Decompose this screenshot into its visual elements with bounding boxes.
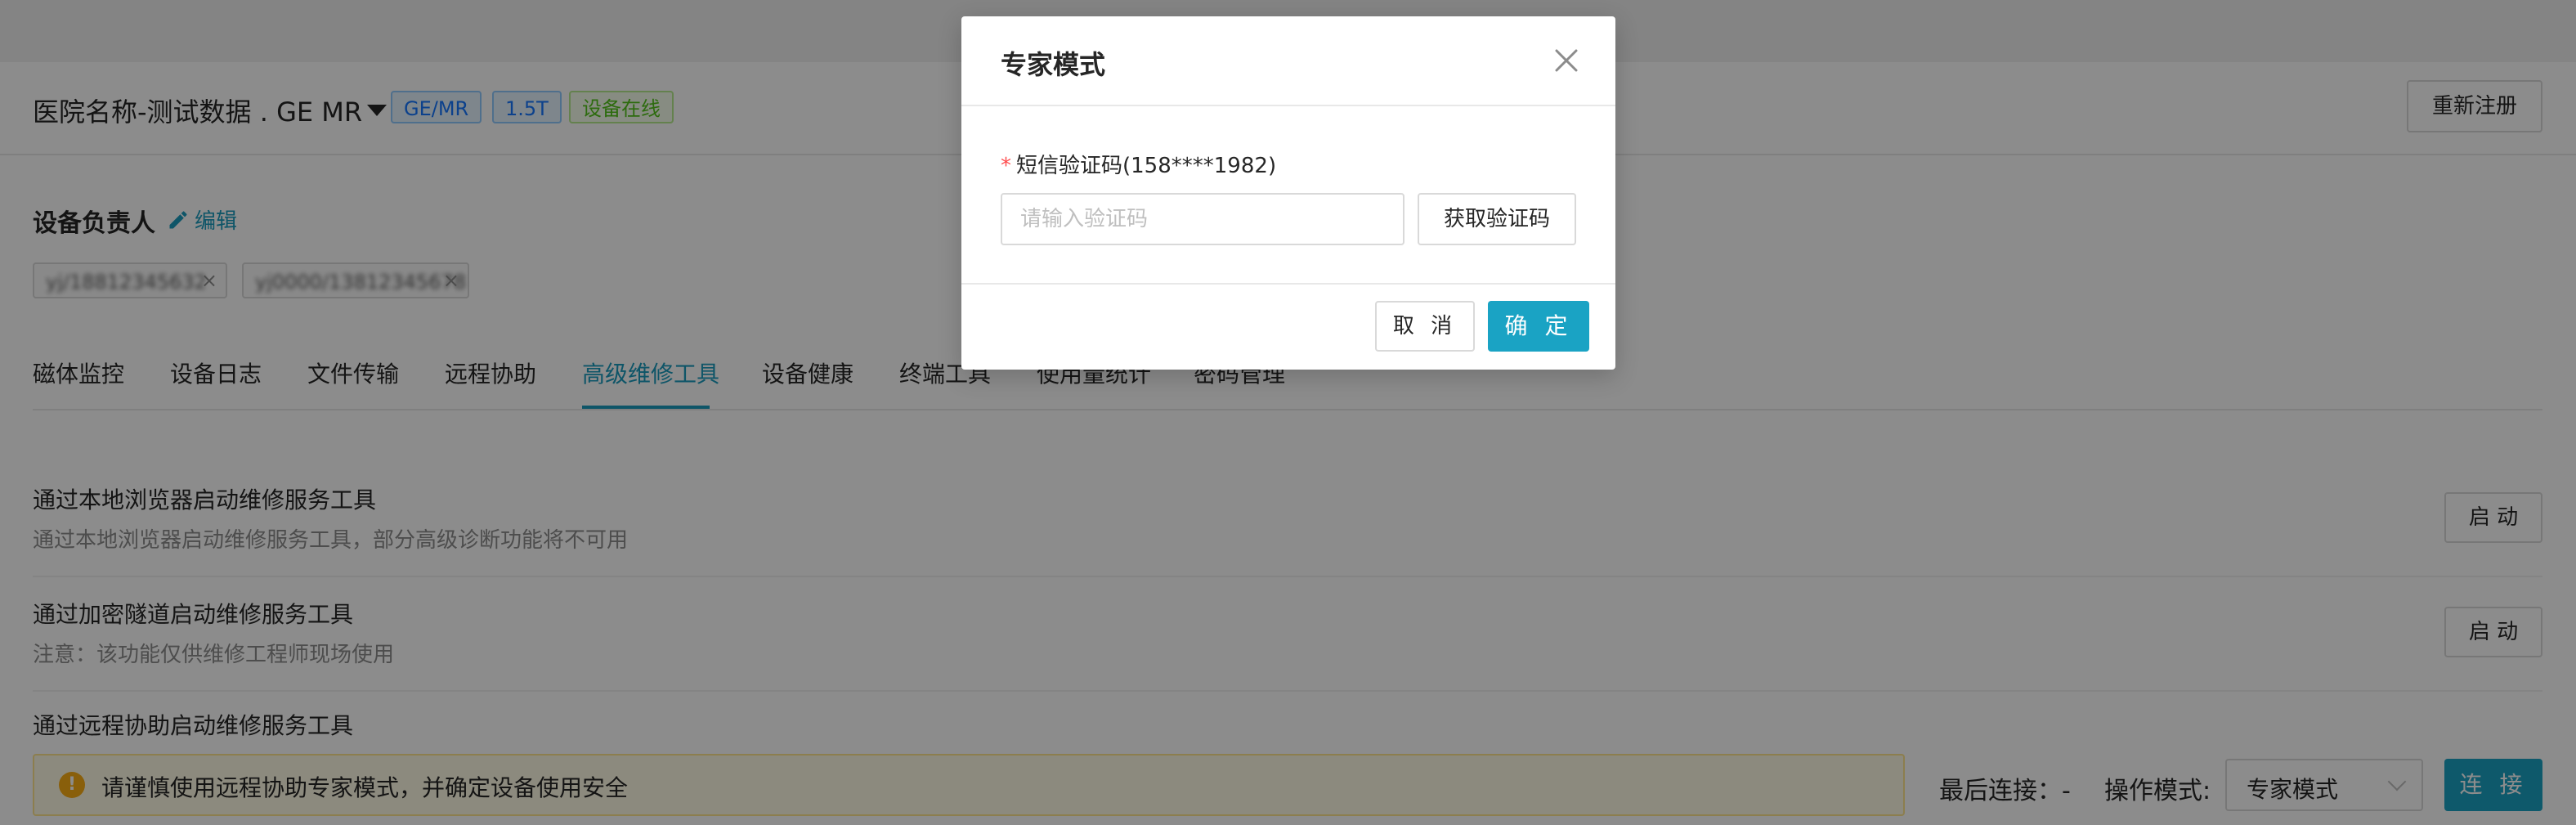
dialog-footer: 取 消 确 定 (961, 283, 1615, 371)
confirm-button[interactable]: 确 定 (1488, 301, 1589, 352)
get-code-button[interactable]: 获取验证码 (1418, 193, 1576, 245)
expert-mode-dialog: 专家模式 *短信验证码(158****1982) 获取验证码 取 消 确 定 (961, 16, 1615, 370)
dialog-title: 专家模式 (1001, 49, 1106, 80)
sms-code-label-text: 短信验证码(158****1982) (1016, 154, 1277, 178)
sms-code-input[interactable] (1001, 193, 1404, 245)
required-mark: * (1001, 154, 1011, 178)
close-icon[interactable] (1550, 44, 1583, 77)
cancel-button[interactable]: 取 消 (1375, 301, 1475, 352)
dialog-header: 专家模式 (961, 16, 1615, 106)
sms-code-label: * 短信验证码(158****1982) (1001, 149, 1276, 179)
